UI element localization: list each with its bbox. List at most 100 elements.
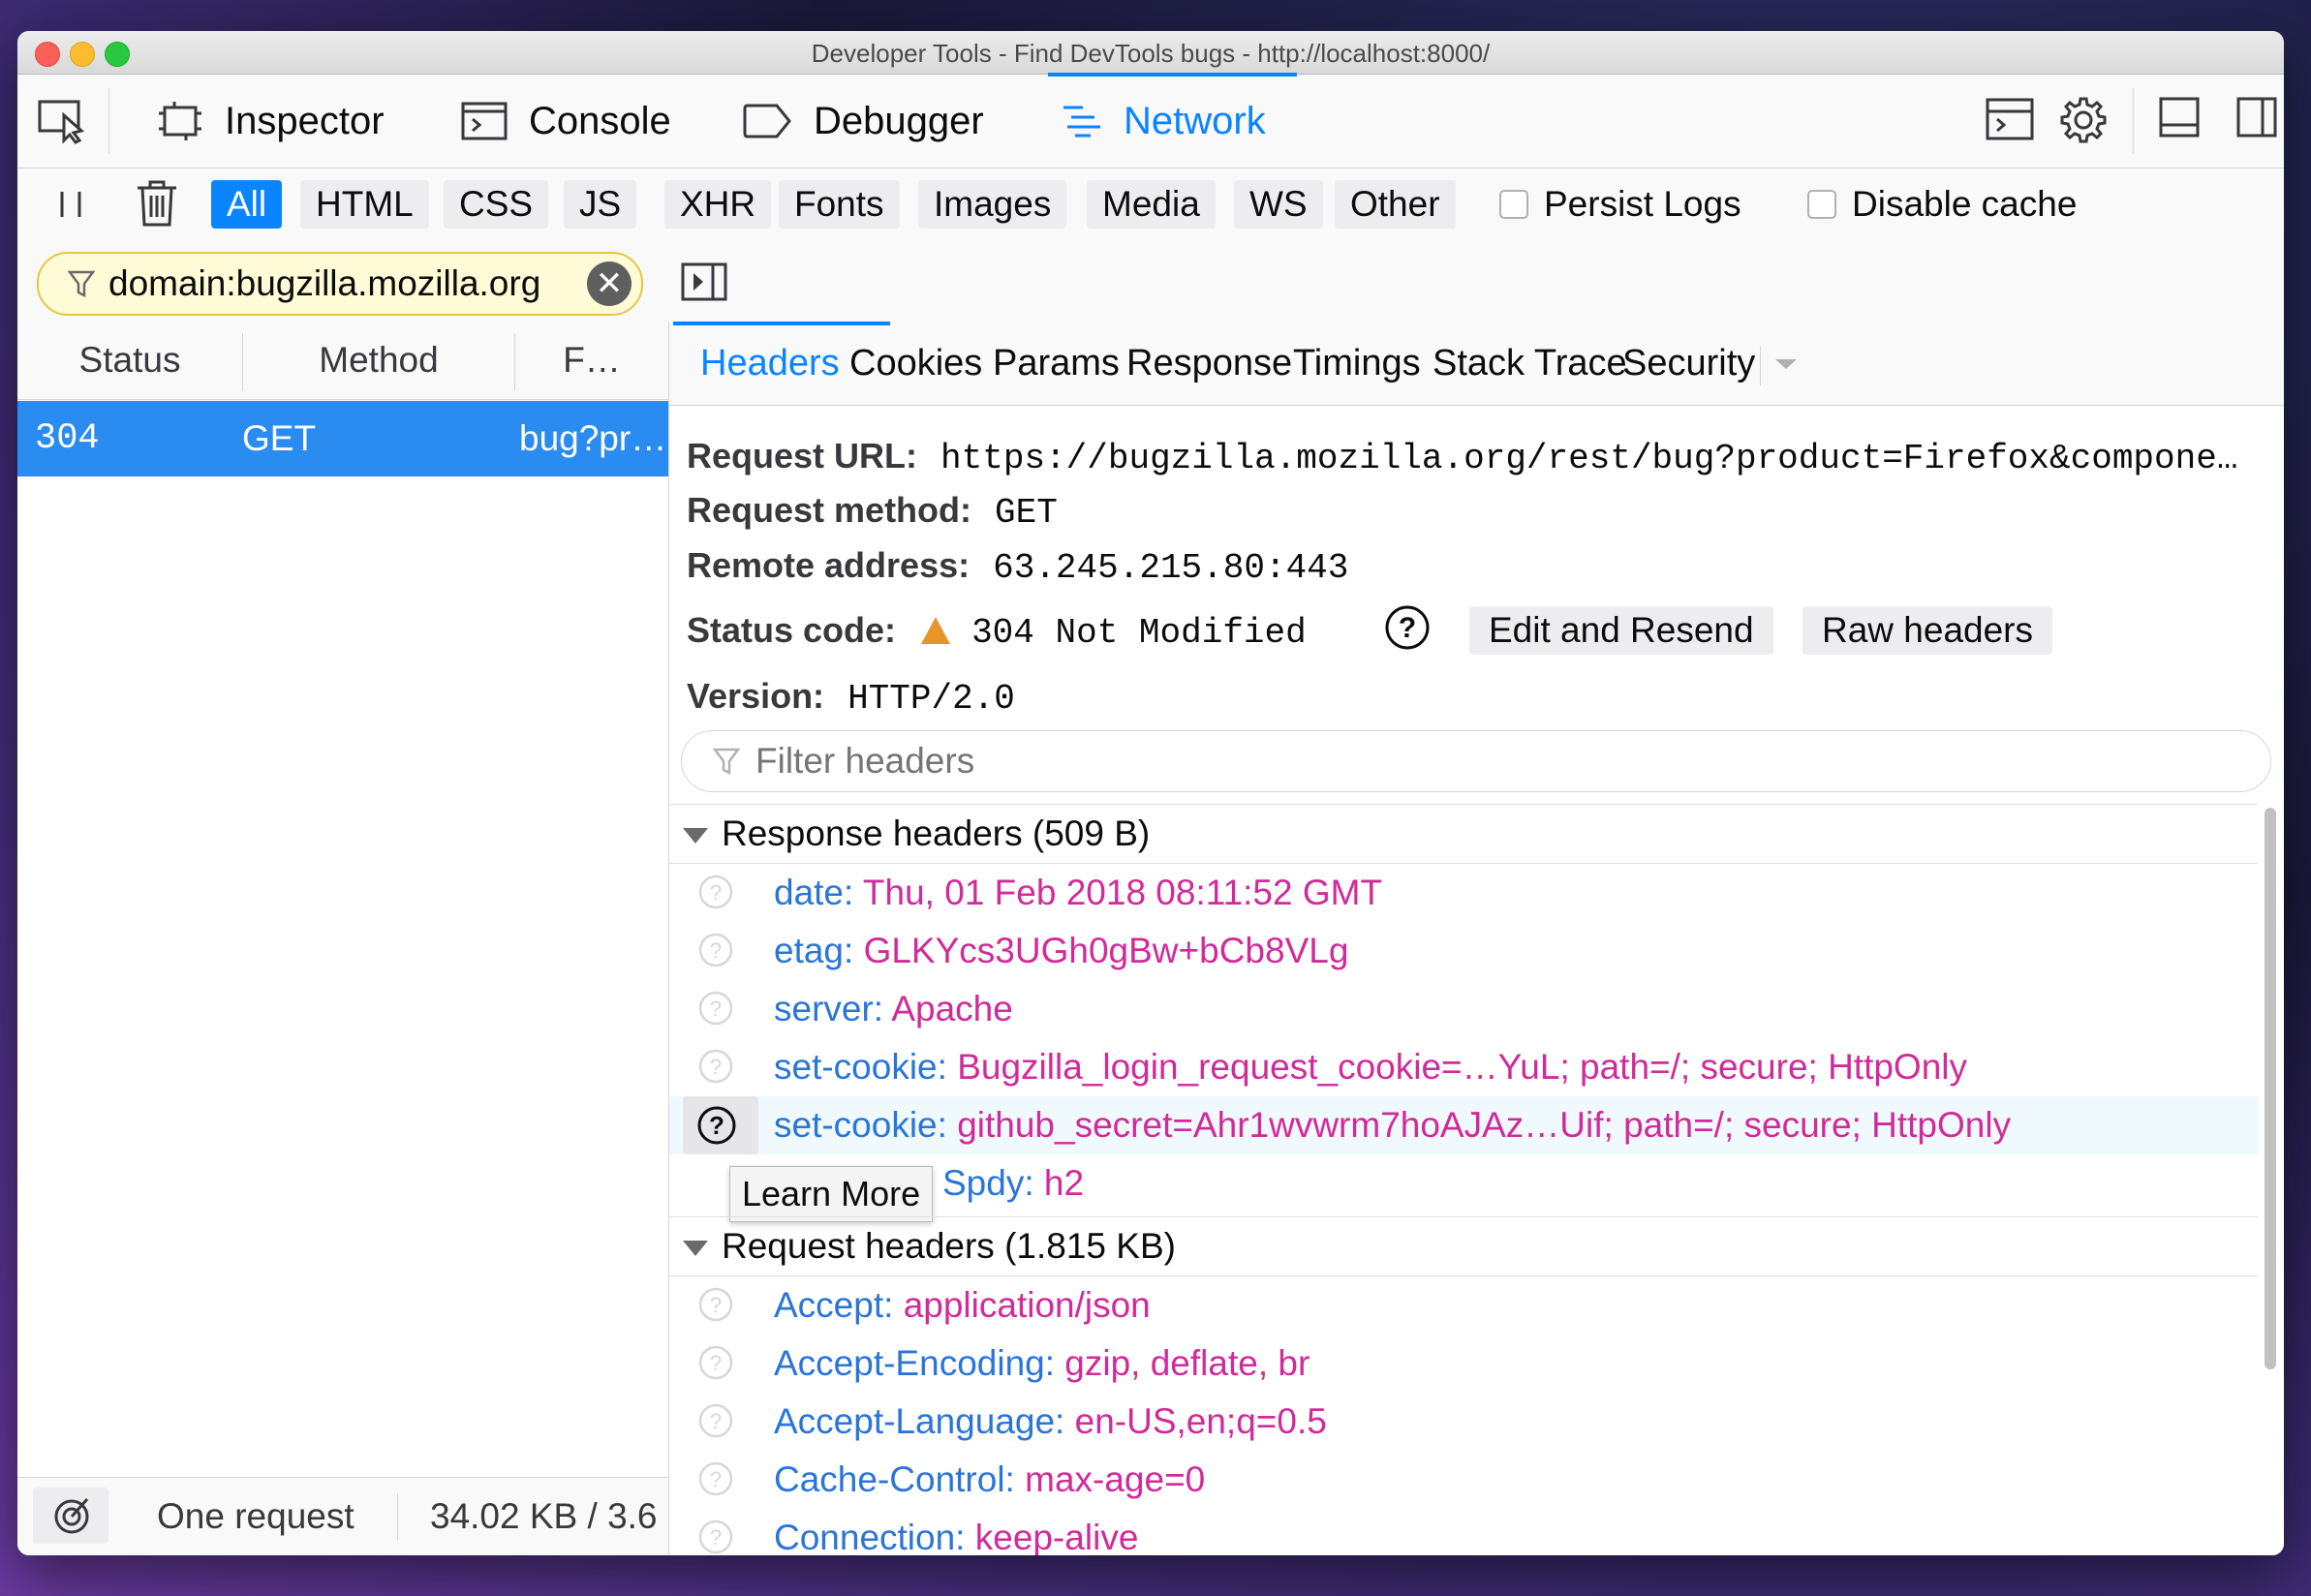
clear-filter-button[interactable]: ✕ bbox=[587, 261, 632, 306]
tab-inspector[interactable]: Inspector bbox=[157, 75, 385, 168]
svg-text:?: ? bbox=[710, 880, 722, 905]
response-headers-section-header[interactable]: Response headers (509 B) bbox=[669, 804, 2258, 864]
column-header-status[interactable]: Status bbox=[17, 322, 242, 399]
header-name: server: bbox=[774, 989, 884, 1028]
svg-text:?: ? bbox=[710, 1409, 722, 1433]
filter-type-xhr[interactable]: XHR bbox=[664, 180, 772, 229]
filter-type-fonts[interactable]: Fonts bbox=[779, 180, 900, 229]
header-help-icon[interactable]: ? bbox=[698, 1345, 733, 1380]
element-picker-icon[interactable] bbox=[37, 96, 87, 149]
filter-type-all[interactable]: All bbox=[211, 180, 283, 229]
header-name: Accept-Encoding: bbox=[774, 1343, 1056, 1383]
raw-headers-button[interactable]: Raw headers bbox=[1803, 606, 2053, 655]
svg-text:?: ? bbox=[710, 997, 722, 1021]
warning-triangle-icon bbox=[921, 617, 951, 644]
status-separator bbox=[397, 1493, 398, 1540]
tab-debugger-label: Debugger bbox=[814, 99, 984, 142]
disable-cache-label: Disable cache bbox=[1852, 184, 2078, 224]
tab-inspector-label: Inspector bbox=[225, 99, 385, 142]
tab-response[interactable]: Response bbox=[1126, 322, 1292, 405]
tab-timings[interactable]: Timings bbox=[1293, 322, 1421, 405]
header-help-icon[interactable]: ? bbox=[698, 875, 733, 909]
debugger-icon bbox=[743, 104, 791, 138]
tab-debugger[interactable]: Debugger bbox=[742, 75, 984, 168]
edit-and-resend-button[interactable]: Edit and Resend bbox=[1469, 606, 1773, 655]
request-method-label: Request method: bbox=[687, 490, 972, 530]
url-filter-value: domain:bugzilla.mozilla.org bbox=[108, 263, 541, 303]
header-help-icon[interactable]: ? bbox=[698, 1403, 733, 1438]
status-help-icon[interactable]: ? bbox=[1384, 604, 1431, 651]
header-help-icon[interactable]: ? bbox=[698, 1519, 733, 1554]
tab-security[interactable]: Security bbox=[1622, 322, 1760, 405]
header-name: set-cookie: bbox=[774, 1047, 947, 1087]
svg-text:?: ? bbox=[1399, 612, 1416, 644]
tab-headers[interactable]: Headers bbox=[700, 322, 840, 405]
toolbar-separator bbox=[108, 88, 109, 154]
svg-text:?: ? bbox=[710, 1525, 722, 1550]
toggle-sidebar-icon[interactable] bbox=[680, 261, 728, 307]
disable-cache-checkbox[interactable] bbox=[1807, 190, 1836, 219]
stopwatch-icon bbox=[54, 1498, 89, 1534]
request-method-value: GET bbox=[995, 493, 1058, 533]
header-help-icon[interactable]: ? bbox=[698, 933, 733, 967]
filter-type-ws[interactable]: WS bbox=[1234, 180, 1323, 229]
header-name: etag: bbox=[774, 931, 854, 970]
svg-text:?: ? bbox=[710, 1293, 722, 1317]
persist-logs-checkbox[interactable] bbox=[1499, 190, 1528, 219]
header-help-icon[interactable]: ? bbox=[698, 1287, 733, 1322]
response-headers-title: Response headers (509 B) bbox=[722, 813, 1151, 853]
column-header-method[interactable]: Method bbox=[243, 322, 514, 399]
header-help-icon[interactable]: ? bbox=[698, 1461, 733, 1496]
request-headers-section-header[interactable]: Request headers (1.815 KB) bbox=[669, 1216, 2258, 1276]
devtools-window: Developer Tools - Find DevTools bugs - h… bbox=[17, 31, 2284, 1555]
response-header-row: ? date: Thu, 01 Feb 2018 08:11:52 GMT bbox=[669, 864, 2258, 922]
request-list-header: Status Method F… bbox=[17, 322, 668, 400]
filter-icon bbox=[713, 748, 740, 776]
filter-type-images[interactable]: Images bbox=[918, 180, 1067, 229]
filter-type-css[interactable]: CSS bbox=[444, 180, 549, 229]
tab-params[interactable]: Params bbox=[993, 322, 1120, 405]
request-row-selected[interactable]: 304 GET bug?pr… bbox=[17, 401, 668, 476]
header-help-icon[interactable]: ? bbox=[698, 991, 733, 1026]
header-help-icon[interactable]: ? bbox=[696, 1105, 737, 1146]
learn-more-tooltip: Learn More bbox=[729, 1166, 934, 1222]
filter-headers-input[interactable] bbox=[754, 737, 2210, 785]
filter-type-media[interactable]: Media bbox=[1087, 180, 1216, 229]
trash-icon[interactable] bbox=[136, 180, 178, 231]
header-help-icon[interactable]: ? bbox=[698, 1049, 733, 1084]
svg-text:?: ? bbox=[710, 1055, 722, 1079]
pause-icon[interactable] bbox=[54, 188, 89, 226]
filter-type-js[interactable]: JS bbox=[564, 180, 637, 229]
filter-type-other[interactable]: Other bbox=[1335, 180, 1456, 229]
network-icon bbox=[1063, 106, 1100, 138]
column-header-file[interactable]: F… bbox=[515, 322, 668, 399]
remote-address-row: Remote address: 63.245.215.80:443 bbox=[687, 545, 1348, 588]
performance-analysis-button[interactable] bbox=[33, 1488, 108, 1544]
svg-text:?: ? bbox=[710, 1351, 722, 1375]
headers-scrollbar[interactable] bbox=[2265, 808, 2276, 1369]
dock-side-icon[interactable] bbox=[2235, 96, 2278, 143]
header-name: Cache-Control: bbox=[774, 1459, 1015, 1499]
tab-cookies[interactable]: Cookies bbox=[849, 322, 982, 405]
inspector-icon bbox=[159, 102, 201, 140]
tab-console[interactable]: Console bbox=[461, 75, 671, 168]
request-method: GET bbox=[242, 418, 317, 458]
request-details-panel: Headers Cookies Params Response Timings … bbox=[669, 322, 2284, 1555]
header-name: Accept: bbox=[774, 1285, 894, 1325]
header-value: gzip, deflate, br bbox=[1064, 1343, 1310, 1383]
expand-triangle-icon bbox=[683, 828, 708, 844]
filter-type-html[interactable]: HTML bbox=[300, 180, 429, 229]
request-header-row: ? Accept-Language: en-US,en;q=0.5 bbox=[669, 1393, 2258, 1451]
settings-gear-icon[interactable] bbox=[2059, 96, 2108, 149]
url-filter-input[interactable]: domain:bugzilla.mozilla.org ✕ bbox=[37, 252, 643, 316]
search-row: domain:bugzilla.mozilla.org ✕ bbox=[17, 242, 2284, 322]
svg-text:?: ? bbox=[710, 938, 722, 963]
tabs-overflow-chevron-icon[interactable] bbox=[1773, 356, 1799, 372]
split-console-icon[interactable] bbox=[1986, 96, 2034, 145]
tab-stack-trace[interactable]: Stack Trace bbox=[1433, 322, 1627, 405]
filter-headers-field[interactable] bbox=[681, 730, 2271, 792]
svg-text:?: ? bbox=[709, 1111, 724, 1140]
dock-bottom-icon[interactable] bbox=[2158, 96, 2201, 143]
tab-network[interactable]: Network bbox=[1048, 73, 1297, 168]
header-name: date: bbox=[774, 873, 854, 912]
